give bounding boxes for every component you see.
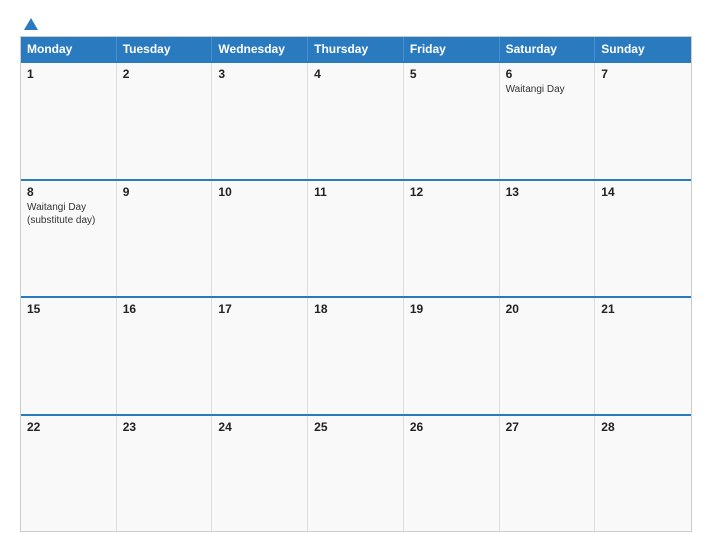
day-cell-5: 5: [404, 63, 500, 179]
day-number: 24: [218, 420, 301, 434]
day-number: 15: [27, 302, 110, 316]
day-header-friday: Friday: [404, 37, 500, 61]
day-cell-20: 20: [500, 298, 596, 414]
day-cell-1: 1: [21, 63, 117, 179]
day-cell-3: 3: [212, 63, 308, 179]
day-number: 4: [314, 67, 397, 81]
day-header-monday: Monday: [21, 37, 117, 61]
day-number: 2: [123, 67, 206, 81]
day-cell-21: 21: [595, 298, 691, 414]
day-number: 7: [601, 67, 685, 81]
day-cell-13: 13: [500, 181, 596, 297]
day-number: 19: [410, 302, 493, 316]
day-header-wednesday: Wednesday: [212, 37, 308, 61]
week-row-4: 22 23 24 25 26 27 28: [21, 414, 691, 532]
day-cell-18: 18: [308, 298, 404, 414]
day-cell-6: 6 Waitangi Day: [500, 63, 596, 179]
day-cell-24: 24: [212, 416, 308, 532]
day-number: 27: [506, 420, 589, 434]
day-cell-28: 28: [595, 416, 691, 532]
day-cell-15: 15: [21, 298, 117, 414]
logo-triangle-icon: [24, 18, 38, 30]
day-cell-14: 14: [595, 181, 691, 297]
day-number: 11: [314, 185, 397, 199]
day-number: 20: [506, 302, 589, 316]
day-cell-7: 7: [595, 63, 691, 179]
day-number: 8: [27, 185, 110, 199]
day-number: 9: [123, 185, 206, 199]
day-cell-4: 4: [308, 63, 404, 179]
day-header-tuesday: Tuesday: [117, 37, 213, 61]
day-header-sunday: Sunday: [595, 37, 691, 61]
day-number: 14: [601, 185, 685, 199]
day-number: 25: [314, 420, 397, 434]
week-row-2: 8 Waitangi Day (substitute day) 9 10 11 12 13 1…: [21, 179, 691, 297]
day-cell-22: 22: [21, 416, 117, 532]
header: [20, 18, 692, 30]
calendar-header-row: MondayTuesdayWednesdayThursdayFridaySatu…: [21, 37, 691, 61]
day-number: 12: [410, 185, 493, 199]
day-cell-25: 25: [308, 416, 404, 532]
day-number: 5: [410, 67, 493, 81]
day-number: 16: [123, 302, 206, 316]
day-number: 26: [410, 420, 493, 434]
day-cell-11: 11: [308, 181, 404, 297]
day-cell-12: 12: [404, 181, 500, 297]
day-number: 18: [314, 302, 397, 316]
day-number: 17: [218, 302, 301, 316]
week-row-3: 15 16 17 18 19 20 21: [21, 296, 691, 414]
day-cell-19: 19: [404, 298, 500, 414]
day-number: 1: [27, 67, 110, 81]
day-header-thursday: Thursday: [308, 37, 404, 61]
day-number: 3: [218, 67, 301, 81]
day-number: 28: [601, 420, 685, 434]
day-header-saturday: Saturday: [500, 37, 596, 61]
day-number: 23: [123, 420, 206, 434]
holiday-label: Waitangi Day (substitute day): [27, 201, 110, 227]
calendar-body: 123456Waitangi Day78Waitangi Day (substi…: [21, 61, 691, 531]
day-cell-16: 16: [117, 298, 213, 414]
day-cell-26: 26: [404, 416, 500, 532]
day-cell-27: 27: [500, 416, 596, 532]
day-cell-17: 17: [212, 298, 308, 414]
day-number: 10: [218, 185, 301, 199]
day-cell-8: 8 Waitangi Day (substitute day): [21, 181, 117, 297]
day-cell-23: 23: [117, 416, 213, 532]
day-cell-10: 10: [212, 181, 308, 297]
day-number: 6: [506, 67, 589, 81]
day-cell-9: 9: [117, 181, 213, 297]
calendar: MondayTuesdayWednesdayThursdayFridaySatu…: [20, 36, 692, 532]
page: MondayTuesdayWednesdayThursdayFridaySatu…: [0, 0, 712, 550]
week-row-1: 123456 Waitangi Day 7: [21, 61, 691, 179]
day-number: 21: [601, 302, 685, 316]
holiday-label: Waitangi Day: [506, 83, 589, 96]
day-number: 13: [506, 185, 589, 199]
logo: [20, 18, 38, 30]
day-cell-2: 2: [117, 63, 213, 179]
day-number: 22: [27, 420, 110, 434]
